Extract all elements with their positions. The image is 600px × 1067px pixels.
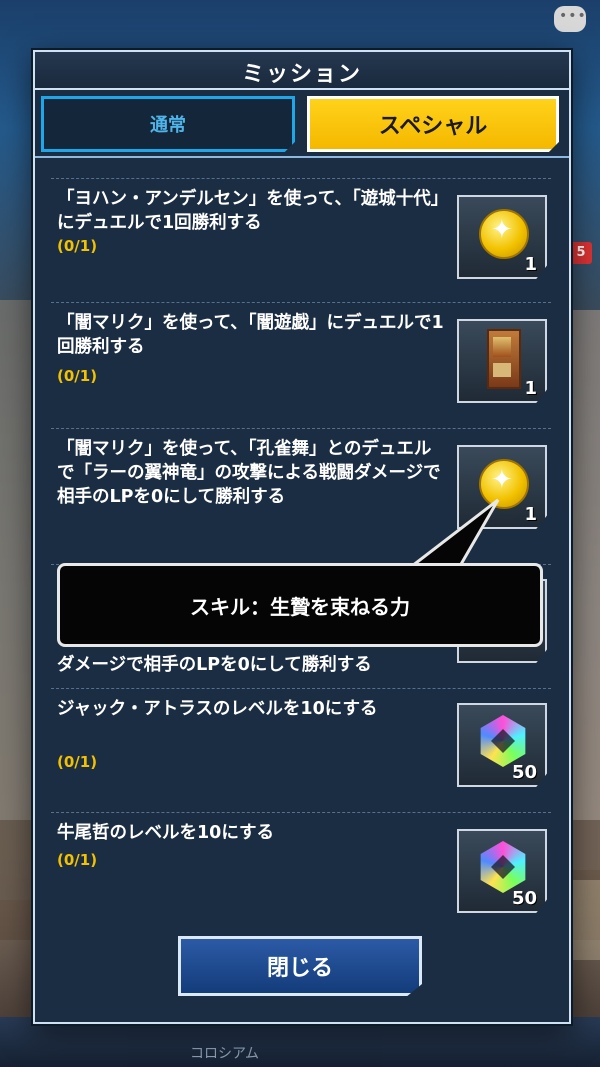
gold-coin-icon <box>479 459 529 509</box>
close-button[interactable]: 閉じる <box>178 936 422 996</box>
nav-label-colosseum: コロシアム <box>190 1046 260 1062</box>
dialog-header: ミッション <box>35 52 569 90</box>
reward-count: 50 <box>511 888 537 909</box>
gem-icon <box>480 715 526 767</box>
mission-progress: (0/1) <box>57 851 98 869</box>
reward-count: 1 <box>524 254 537 275</box>
card-icon <box>487 329 521 389</box>
mission-title: ジャック・アトラスのレベルを10にする <box>57 699 378 719</box>
notification-badge: 5 <box>570 242 592 264</box>
mission-title: ダメージで相手のLPを0にして勝利する <box>57 655 372 675</box>
tab-divider <box>35 156 569 158</box>
mission-item: 牛尾哲のレベルを10にする (0/1) 50 <box>51 812 551 918</box>
mission-title: 「ヨハン・アンデルセン」を使って、「遊城十代」にデュエルで1回勝利する <box>57 189 449 233</box>
dialog-title: ミッション <box>241 62 362 87</box>
reward-box[interactable]: 1 <box>457 319 547 403</box>
mission-item: 「闇マリク」を使って、「闇遊戯」にデュエルで1回勝利する (0/1) 1 <box>51 302 551 427</box>
mission-dialog: ミッション 通常 スペシャル 「ヨハン・アンデルセン」を使って、「遊城十代」にデ… <box>33 50 571 1024</box>
mission-progress: (0/1) <box>57 367 98 385</box>
reward-box[interactable]: 1 <box>457 195 547 279</box>
gem-icon <box>480 841 526 893</box>
tab-normal[interactable]: 通常 <box>41 96 295 152</box>
reward-box[interactable]: 50 <box>457 829 547 913</box>
reward-count: 1 <box>524 504 537 525</box>
mission-list[interactable]: 「ヨハン・アンデルセン」を使って、「遊城十代」にデュエルで1回勝利する (0/1… <box>35 178 569 918</box>
skill-tooltip: スキル：生贄を束ねる力 <box>57 563 543 647</box>
reward-count: 50 <box>511 762 537 783</box>
mission-item: 「ヨハン・アンデルセン」を使って、「遊城十代」にデュエルで1回勝利する (0/1… <box>51 178 551 303</box>
reward-count: 1 <box>524 378 537 399</box>
reward-box[interactable]: 50 <box>457 703 547 787</box>
tab-bar: 通常 スペシャル <box>35 96 569 160</box>
mission-title: 牛尾哲のレベルを10にする <box>57 823 275 843</box>
gold-coin-icon <box>479 209 529 259</box>
mission-item: 「闇マリク」を使って、「孔雀舞」とのデュエルで「ラーの翼神竜」の攻撃による戦闘ダ… <box>51 428 551 553</box>
mission-progress: (0/1) <box>57 753 98 771</box>
mission-progress: (0/1) <box>57 237 98 255</box>
mission-title: 「闇マリク」を使って、「孔雀舞」とのデュエルで「ラーの翼神竜」の攻撃による戦闘ダ… <box>57 439 441 507</box>
tab-special[interactable]: スペシャル <box>307 96 559 152</box>
bottom-nav: コロシアム <box>0 1017 600 1067</box>
mission-item: ジャック・アトラスのレベルを10にする (0/1) 50 <box>51 688 551 813</box>
reward-box[interactable]: 1 <box>457 445 547 529</box>
chat-icon[interactable] <box>554 6 587 32</box>
mission-title: 「闇マリク」を使って、「闇遊戯」にデュエルで1回勝利する <box>57 313 444 357</box>
